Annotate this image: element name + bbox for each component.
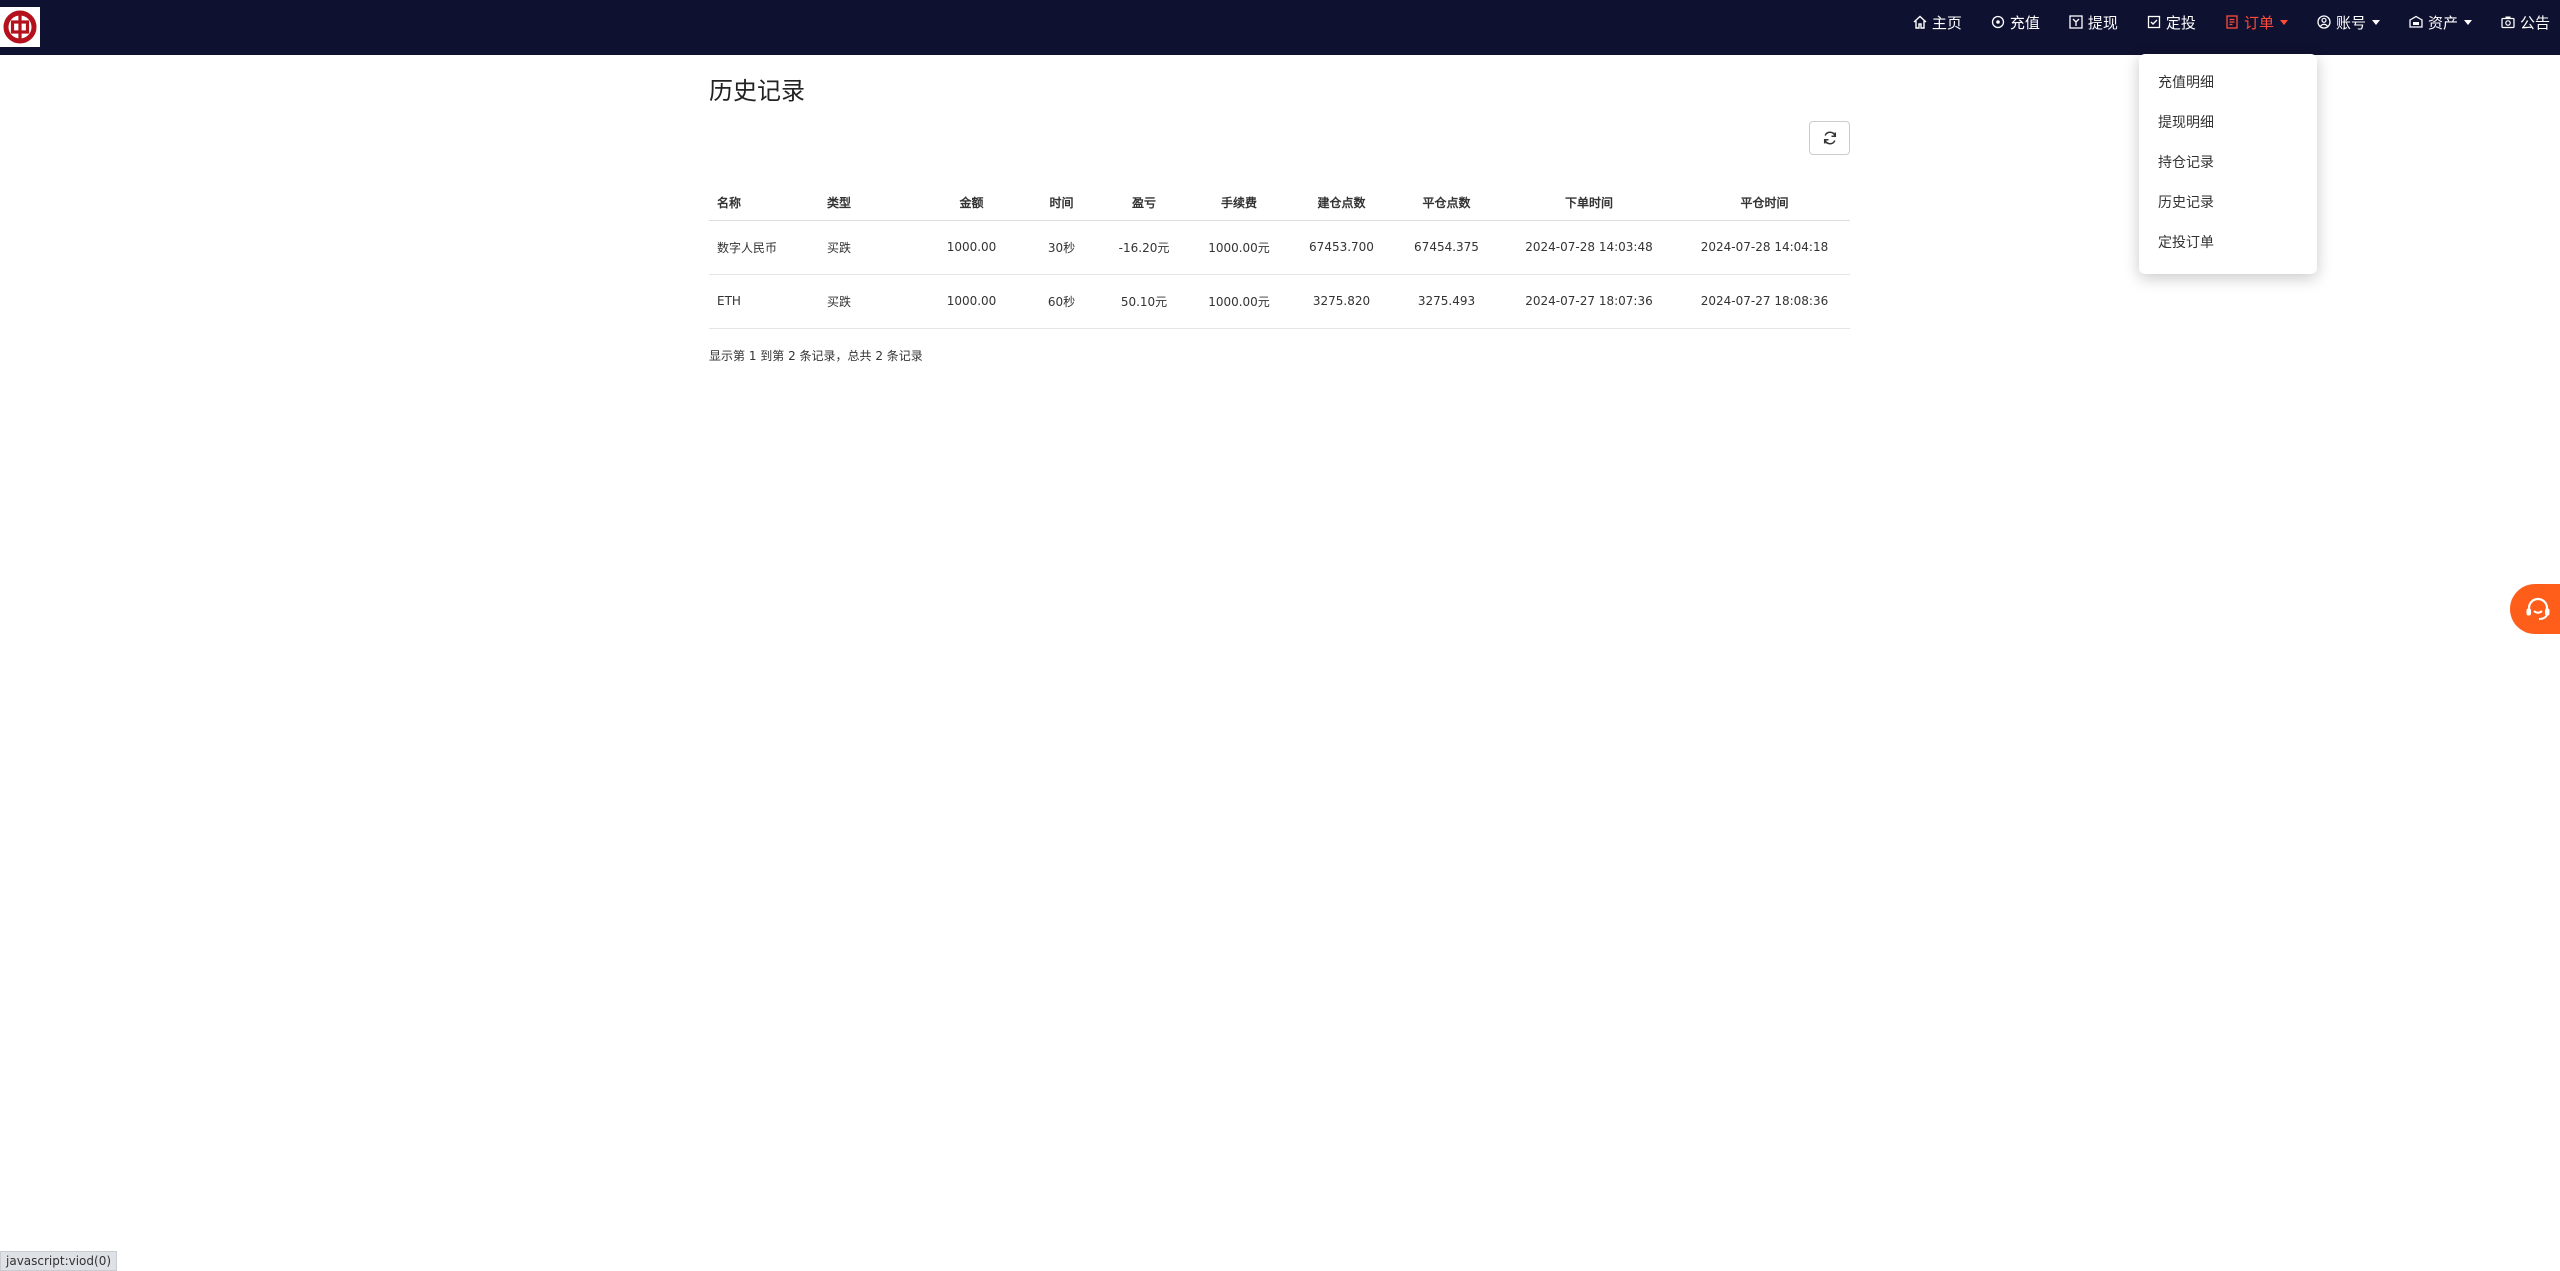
column-header[interactable]: 时间 bbox=[1024, 186, 1099, 221]
table-cell: ETH bbox=[709, 274, 819, 329]
bank-logo[interactable] bbox=[0, 7, 40, 47]
table-cell: 30秒 bbox=[1024, 220, 1099, 275]
chevron-down-icon bbox=[2463, 19, 2472, 25]
table-cell: 1000.00元 bbox=[1189, 274, 1289, 329]
table-cell: 1000.00 bbox=[919, 220, 1024, 275]
withdraw-icon bbox=[2069, 15, 2083, 29]
nav-orders-label: 订单 bbox=[2243, 13, 2274, 32]
chevron-down-icon bbox=[2371, 19, 2380, 25]
browser-status-bar: javascript:viod(0) bbox=[0, 1251, 118, 1271]
table-cell: 3275.820 bbox=[1289, 274, 1394, 329]
table-header-row: 名称 类型 金额 时间 盈亏 手续费 建仓点数 平仓点数 下单时间 平仓时间 bbox=[709, 186, 1850, 221]
nav-announcement[interactable]: 公告 bbox=[2500, 12, 2550, 33]
column-header[interactable]: 类型 bbox=[819, 186, 919, 221]
table-cell: 2024-07-27 18:07:36 bbox=[1499, 274, 1679, 329]
home-icon bbox=[1913, 15, 1927, 29]
table-cell: 2024-07-28 14:03:48 bbox=[1499, 220, 1679, 275]
nav-account[interactable]: 账号 bbox=[2316, 12, 2380, 33]
nav-invest-label: 定投 bbox=[2165, 13, 2196, 32]
wallet-icon bbox=[2409, 15, 2423, 28]
nav-invest[interactable]: 定投 bbox=[2146, 12, 2196, 33]
table-cell: 1000.00 bbox=[919, 274, 1024, 329]
table-cell: 2024-07-28 14:04:18 bbox=[1679, 220, 1850, 275]
chevron-down-icon bbox=[2279, 19, 2288, 25]
table-cell: 2024-07-27 18:08:36 bbox=[1679, 274, 1850, 329]
nav-account-label: 账号 bbox=[2335, 13, 2366, 32]
nav-orders[interactable]: 订单 bbox=[2224, 12, 2288, 33]
column-header[interactable]: 下单时间 bbox=[1499, 186, 1679, 221]
orders-dropdown-menu: 充值明细 提现明细 持仓记录 历史记录 定投订单 bbox=[2139, 54, 2317, 274]
table-cell: 1000.00元 bbox=[1189, 220, 1289, 275]
check-square-icon bbox=[2147, 15, 2161, 29]
main-nav: 主页 充值 提现 定投 订单 账号 资产 公告 bbox=[1884, 0, 2560, 44]
nav-assets-label: 资产 bbox=[2427, 13, 2458, 32]
menu-item-withdraw-details[interactable]: 提现明细 bbox=[2139, 103, 2317, 143]
logo-icon bbox=[3, 10, 37, 44]
camera-icon bbox=[2501, 16, 2515, 29]
table-cell: 数字人民币 bbox=[709, 220, 819, 275]
column-header[interactable]: 手续费 bbox=[1189, 186, 1289, 221]
column-header[interactable]: 名称 bbox=[709, 186, 819, 221]
column-header[interactable]: 平仓时间 bbox=[1679, 186, 1850, 221]
column-header[interactable]: 盈亏 bbox=[1099, 186, 1189, 221]
menu-item-history[interactable]: 历史记录 bbox=[2139, 183, 2317, 223]
column-header[interactable]: 平仓点数 bbox=[1394, 186, 1499, 221]
table-cell: 60秒 bbox=[1024, 274, 1099, 329]
nav-home[interactable]: 主页 bbox=[1912, 12, 1962, 33]
menu-item-fixed-invest-orders[interactable]: 定投订单 bbox=[2139, 223, 2317, 263]
table-cell: 67453.700 bbox=[1289, 220, 1394, 275]
table-cell: 买跌 bbox=[819, 220, 919, 275]
menu-item-recharge-details[interactable]: 充值明细 bbox=[2139, 63, 2317, 103]
order-icon bbox=[2226, 15, 2238, 29]
table-cell: 3275.493 bbox=[1394, 274, 1499, 329]
nav-assets[interactable]: 资产 bbox=[2408, 12, 2472, 33]
table-cell: -16.20元 bbox=[1099, 220, 1189, 275]
recharge-icon bbox=[1991, 15, 2005, 29]
pagination-info: 显示第 1 到第 2 条记录，总共 2 条记录 bbox=[709, 349, 923, 363]
refresh-button[interactable] bbox=[1809, 121, 1850, 155]
table-cell: 50.10元 bbox=[1099, 274, 1189, 329]
account-icon bbox=[2317, 15, 2331, 29]
column-header[interactable]: 金额 bbox=[919, 186, 1024, 221]
headset-icon bbox=[2526, 597, 2549, 620]
table-cell: 买跌 bbox=[819, 274, 919, 329]
nav-withdraw[interactable]: 提现 bbox=[2068, 12, 2118, 33]
page-title: 历史记录 bbox=[709, 77, 805, 105]
nav-withdraw-label: 提现 bbox=[2087, 13, 2118, 32]
nav-announcement-label: 公告 bbox=[2519, 13, 2550, 32]
table-cell: 67454.375 bbox=[1394, 220, 1499, 275]
nav-recharge-label: 充值 bbox=[2009, 13, 2040, 32]
table-row: ETH 买跌 1000.00 60秒 50.10元 1000.00元 3275.… bbox=[709, 274, 1850, 329]
refresh-icon bbox=[1823, 131, 1836, 145]
customer-service-button[interactable] bbox=[2510, 584, 2560, 634]
history-table: 名称 类型 金额 时间 盈亏 手续费 建仓点数 平仓点数 下单时间 平仓时间 数… bbox=[709, 186, 1850, 329]
table-row: 数字人民币 买跌 1000.00 30秒 -16.20元 1000.00元 67… bbox=[709, 220, 1850, 275]
nav-recharge[interactable]: 充值 bbox=[1990, 12, 2040, 33]
menu-item-positions[interactable]: 持仓记录 bbox=[2139, 143, 2317, 183]
top-navbar: 主页 充值 提现 定投 订单 账号 资产 公告 bbox=[0, 0, 2560, 55]
column-header[interactable]: 建仓点数 bbox=[1289, 186, 1394, 221]
nav-home-label: 主页 bbox=[1931, 13, 1962, 32]
